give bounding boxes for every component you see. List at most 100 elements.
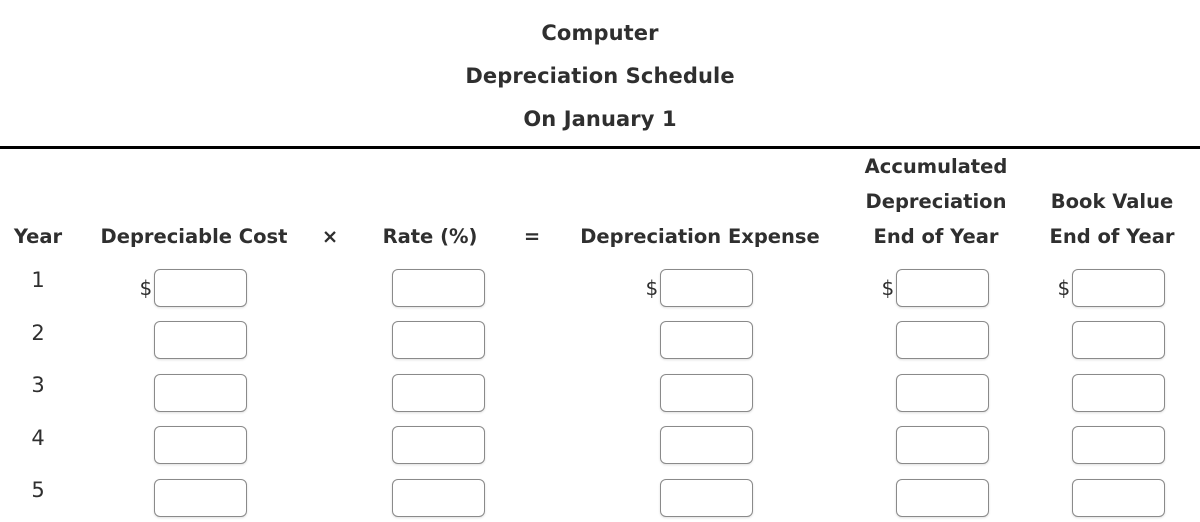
depreciable-cost-field-group: $ xyxy=(75,426,311,464)
book-value-input-year-4[interactable] xyxy=(1071,426,1165,464)
operator-multiply-spacer xyxy=(312,254,348,307)
operator-multiply: × xyxy=(312,149,348,254)
rate-field-group: $ xyxy=(349,321,513,359)
column-header-book-value-line1: Book Value xyxy=(1050,190,1174,213)
table-row: 5$$$$$ xyxy=(0,464,1200,517)
row-year-cell: 4 xyxy=(0,412,76,465)
cell-rate: $ xyxy=(348,412,512,464)
title-date: On January 1 xyxy=(523,107,677,131)
column-header-accumulated-line3: End of Year xyxy=(873,225,999,248)
book-value-field-group: $ xyxy=(1023,268,1199,307)
cell-accumulated-depreciation: $ xyxy=(848,412,1024,464)
operator-equals-spacer xyxy=(512,412,552,465)
column-header-depreciation-expense-label: Depreciation Expense xyxy=(580,225,820,248)
book-value-input-year-5[interactable] xyxy=(1071,478,1165,517)
accumulated-depreciation-field-group: $ xyxy=(847,268,1023,307)
row-year-cell: 2 xyxy=(0,307,76,360)
depreciable-cost-input-year-1[interactable] xyxy=(153,268,247,307)
rate-field-group: $ xyxy=(349,478,513,517)
cell-depreciable-cost: $ xyxy=(76,359,312,412)
rate-input-year-2[interactable] xyxy=(391,321,485,359)
rate-field-group: $ xyxy=(349,268,513,307)
depreciable-cost-field-group: $ xyxy=(75,373,311,412)
cell-depreciable-cost: $ xyxy=(76,254,312,307)
depreciation-expense-input-year-5[interactable] xyxy=(659,478,753,517)
operator-multiply-spacer xyxy=(312,359,348,412)
depreciable-cost-input-year-4[interactable] xyxy=(153,426,247,464)
column-header-depreciable-cost-label: Depreciable Cost xyxy=(100,225,288,248)
depreciable-cost-input-year-5[interactable] xyxy=(153,478,247,517)
column-header-year-label: Year xyxy=(13,225,63,248)
cell-book-value: $ xyxy=(1024,464,1200,517)
column-header-year: Year xyxy=(0,149,76,254)
depreciation-expense-input-year-4[interactable] xyxy=(659,426,753,464)
depreciable-cost-input-year-2[interactable] xyxy=(153,321,247,359)
row-year-cell: 1 xyxy=(0,254,76,307)
depreciation-expense-field-group: $ xyxy=(551,268,847,307)
accumulated-depreciation-input-year-3[interactable] xyxy=(895,373,989,412)
title-schedule-name: Depreciation Schedule xyxy=(465,64,735,88)
rate-input-year-5[interactable] xyxy=(391,478,485,517)
operator-equals-label: = xyxy=(523,225,541,248)
accumulated-depreciation-input-year-1[interactable] xyxy=(895,268,989,307)
cell-book-value: $ xyxy=(1024,359,1200,412)
column-header-accumulated-line1: Accumulated xyxy=(864,155,1008,178)
depreciation-expense-field-group: $ xyxy=(551,373,847,412)
book-value-input-year-3[interactable] xyxy=(1071,373,1165,412)
accumulated-depreciation-field-group: $ xyxy=(847,321,1023,359)
rate-field-group: $ xyxy=(349,373,513,412)
book-value-input-year-2[interactable] xyxy=(1071,321,1165,359)
book-value-input-year-1[interactable] xyxy=(1071,268,1165,307)
book-value-field-group: $ xyxy=(1023,373,1199,412)
cell-depreciable-cost: $ xyxy=(75,412,312,464)
depreciable-cost-input-year-3[interactable] xyxy=(153,373,247,412)
operator-equals: = xyxy=(512,149,552,254)
accumulated-depreciation-input-year-2[interactable] xyxy=(895,321,989,359)
cell-depreciable-cost: $ xyxy=(76,464,312,517)
table-row: 3$$$$$ xyxy=(0,359,1200,412)
rate-input-year-1[interactable] xyxy=(391,268,485,307)
accumulated-depreciation-input-year-5[interactable] xyxy=(895,478,989,517)
column-header-accumulated-depreciation: Accumulated Depreciation End of Year xyxy=(848,149,1024,254)
operator-multiply-spacer xyxy=(312,307,348,360)
cell-rate: $ xyxy=(348,307,513,359)
cell-accumulated-depreciation: $ xyxy=(848,359,1024,412)
cell-depreciation-expense: $ xyxy=(551,307,848,359)
depreciation-expense-field-group: $ xyxy=(551,321,847,359)
cell-accumulated-depreciation: $ xyxy=(848,254,1024,307)
operator-multiply-spacer xyxy=(312,412,348,465)
column-header-book-value-line2: End of Year xyxy=(1049,225,1175,248)
row-year-cell: 3 xyxy=(0,359,76,412)
column-header-rate: Rate (%) xyxy=(348,149,512,254)
table-row: 4$$$$$ xyxy=(0,412,1200,465)
depreciation-expense-input-year-3[interactable] xyxy=(659,373,753,412)
rate-input-year-3[interactable] xyxy=(391,373,485,412)
cell-book-value: $ xyxy=(1024,412,1200,464)
depreciation-expense-input-year-2[interactable] xyxy=(659,321,753,359)
depreciation-expense-input-year-1[interactable] xyxy=(659,268,753,307)
schedule-title-block: Computer Depreciation Schedule On Januar… xyxy=(0,0,1200,141)
depreciation-expense-field-group: $ xyxy=(551,478,847,517)
depreciation-schedule-table: Year Depreciable Cost × Rate (%) = Depre… xyxy=(0,149,1200,517)
book-value-field-group: $ xyxy=(1023,321,1199,359)
currency-symbol: $ xyxy=(881,275,895,300)
rate-input-year-4[interactable] xyxy=(391,426,485,464)
row-year-label: 2 xyxy=(31,320,45,345)
row-year-label: 3 xyxy=(31,373,45,397)
row-year-label: 1 xyxy=(31,268,45,292)
operator-equals-spacer xyxy=(512,307,552,360)
column-header-accumulated-line2: Depreciation xyxy=(865,190,1007,213)
accumulated-depreciation-field-group: $ xyxy=(847,478,1023,517)
currency-symbol: $ xyxy=(1057,275,1071,300)
row-year-label: 5 xyxy=(31,478,45,502)
accumulated-depreciation-input-year-4[interactable] xyxy=(895,426,989,464)
table-header-row: Year Depreciable Cost × Rate (%) = Depre… xyxy=(0,149,1200,254)
depreciable-cost-field-group: $ xyxy=(75,478,311,517)
table-row: 1 $ $ $ $ $ xyxy=(0,254,1200,307)
cell-rate: $ xyxy=(348,254,512,307)
column-header-rate-label: Rate (%) xyxy=(382,225,478,248)
column-header-book-value: Book Value End of Year xyxy=(1024,149,1200,254)
currency-symbol: $ xyxy=(139,275,153,300)
table-row: 2$$$$$ xyxy=(0,307,1200,360)
depreciable-cost-field-group: $ xyxy=(75,268,311,307)
